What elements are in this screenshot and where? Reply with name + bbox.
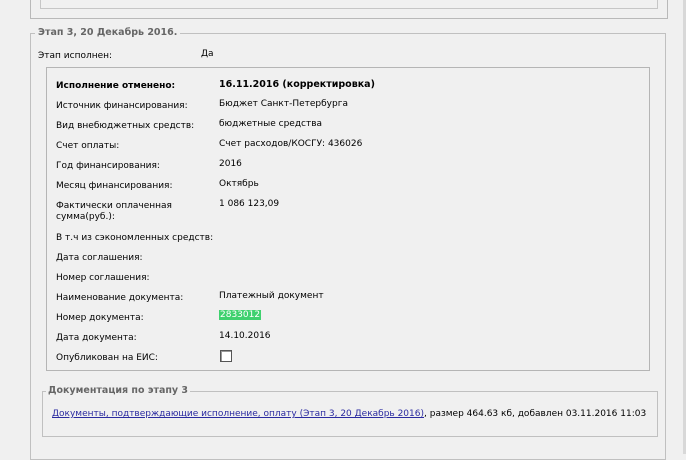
document-name-label: Наименование документа:: [56, 293, 184, 303]
documentation-entry: Документы, подтверждающие исполнение, оп…: [52, 409, 646, 419]
execution-details-panel: [46, 67, 650, 371]
offbudget-type-value: бюджетные средства: [219, 119, 323, 129]
paid-amount-label-line2: сумма(руб.):: [56, 212, 115, 222]
funding-year-value: 2016: [219, 159, 242, 169]
funding-year-label: Год финансирования:: [56, 161, 160, 171]
funding-source-label: Источник финансирования:: [56, 101, 188, 111]
document-date-label: Дата документа:: [56, 333, 137, 343]
stage-legend: Этап 3, 20 Декабрь 2016.: [35, 27, 181, 38]
savings-label: В т.ч из сэкономленных средств:: [56, 233, 214, 243]
published-eis-checkbox[interactable]: [220, 350, 232, 362]
paid-amount-label: Фактически оплаченная: [56, 201, 172, 211]
paid-amount-value: 1 086 123,09: [219, 199, 280, 209]
published-eis-label: Опубликован на ЕИС:: [56, 353, 158, 363]
documentation-legend: Документация по этапу 3: [46, 385, 191, 396]
agreement-number-label: Номер соглашения:: [56, 273, 150, 283]
previous-stage-inner-panel: [40, 0, 658, 9]
document-number-label: Номер документа:: [56, 313, 144, 323]
offbudget-type-label: Вид внебюджетных средств:: [56, 121, 195, 131]
documentation-meta: , размер 464.63 кб, добавлен 03.11.2016 …: [424, 409, 647, 419]
cancelled-value: 16.11.2016 (корректировка): [219, 79, 375, 90]
stage-done-value: Да: [201, 49, 214, 59]
agreement-date-label: Дата соглашения:: [56, 253, 143, 263]
funding-source-value: Бюджет Санкт-Петербурга: [219, 99, 348, 109]
funding-month-label: Месяц финансирования:: [56, 181, 173, 191]
document-date-value: 14.10.2016: [219, 331, 271, 341]
document-number-value: 2833012: [219, 310, 262, 320]
document-name-value: Платежный документ: [219, 291, 324, 301]
stage-done-label: Этап исполнен:: [38, 51, 113, 61]
payment-account-value: Счет расходов/КОСГУ: 436026: [219, 139, 363, 149]
document-number-highlight: 2833012: [219, 310, 262, 320]
funding-month-value: Октябрь: [219, 179, 259, 189]
documentation-link[interactable]: Документы, подтверждающие исполнение, оп…: [52, 409, 424, 419]
payment-account-label: Счет оплаты:: [56, 141, 120, 151]
cancelled-label: Исполнение отменено:: [56, 81, 176, 91]
